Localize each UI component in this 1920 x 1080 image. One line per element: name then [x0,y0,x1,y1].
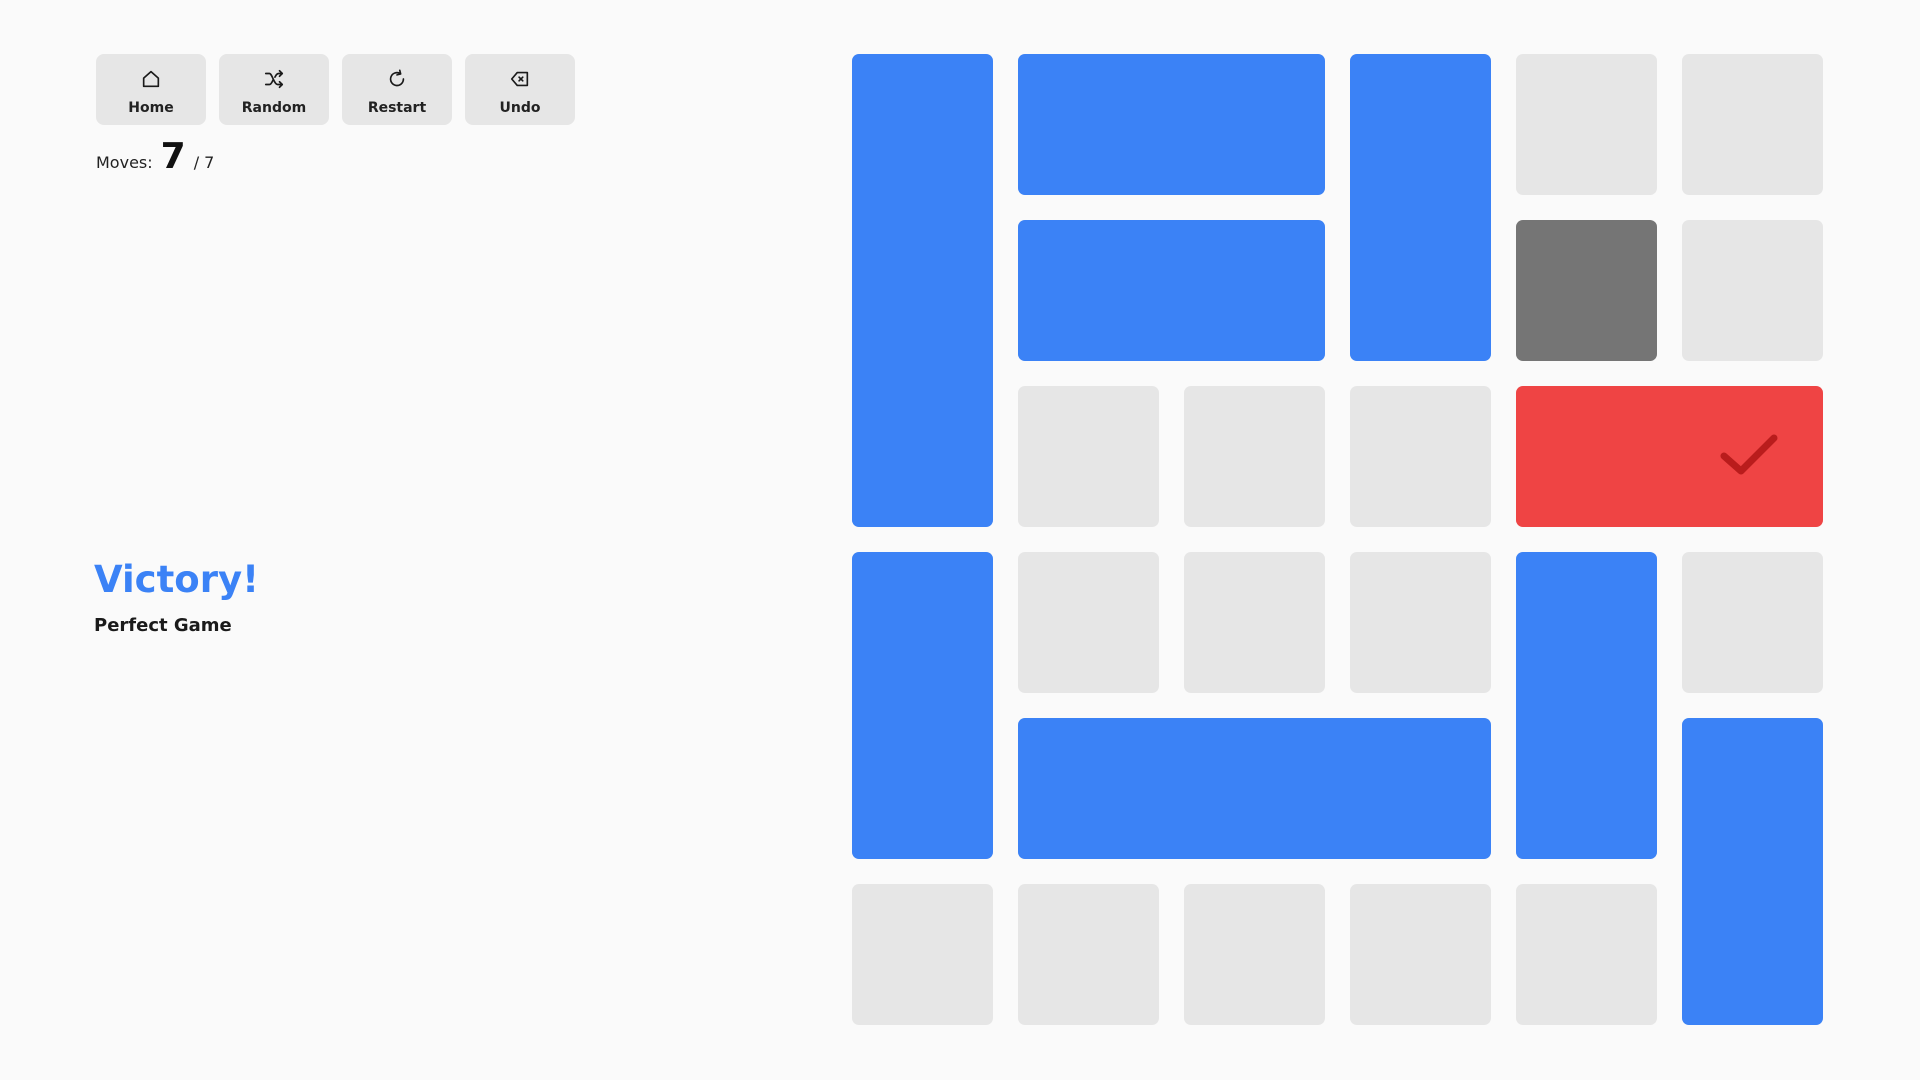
victory-subtitle: Perfect Game [94,614,232,636]
sliding-block[interactable] [852,54,993,527]
home-button-label: Home [128,99,174,116]
board-cell [1350,386,1491,527]
victory-panel: Victory! Perfect Game [94,558,259,636]
random-button[interactable]: Random [219,54,329,125]
board-cell [1018,552,1159,693]
home-icon [140,68,162,94]
board-cell [1516,54,1657,195]
wall-block [1516,220,1657,361]
board-cell [1018,386,1159,527]
sliding-block[interactable] [852,552,993,859]
sliding-block[interactable] [1018,718,1491,859]
moves-total: / 7 [193,153,215,172]
board-cell [1184,884,1325,1025]
sliding-block[interactable] [1018,54,1325,195]
checkmark-icon [1719,432,1779,482]
board-cell [1350,884,1491,1025]
victory-title: Victory! [94,558,259,601]
shuffle-icon [263,68,285,94]
undo-button[interactable]: Undo [465,54,575,125]
board-cell [1516,884,1657,1025]
undo-icon [509,68,531,94]
sliding-block[interactable] [1018,220,1325,361]
random-button-label: Random [241,99,307,116]
restart-button-label: Restart [367,99,427,116]
restart-icon [386,68,408,94]
target-block[interactable] [1516,386,1823,527]
board-cell [1350,552,1491,693]
sliding-block[interactable] [1682,718,1823,1025]
board-cell [1184,386,1325,527]
undo-button-label: Undo [499,99,541,116]
restart-button[interactable]: Restart [342,54,452,125]
board-cell [1018,884,1159,1025]
moves-label: Moves: [96,153,153,172]
moves-count: 7 [160,136,186,177]
home-button[interactable]: Home [96,54,206,125]
board-cell [1184,552,1325,693]
sliding-block[interactable] [1350,54,1491,361]
board-cell [1682,552,1823,693]
board-cell [852,884,993,1025]
sliding-block[interactable] [1516,552,1657,859]
toolbar: Home Random Restart Undo [96,54,575,125]
moves-counter: Moves: 7 / 7 [96,136,214,177]
board-cell [1682,220,1823,361]
game-board[interactable] [852,54,1824,1026]
board-cell [1682,54,1823,195]
